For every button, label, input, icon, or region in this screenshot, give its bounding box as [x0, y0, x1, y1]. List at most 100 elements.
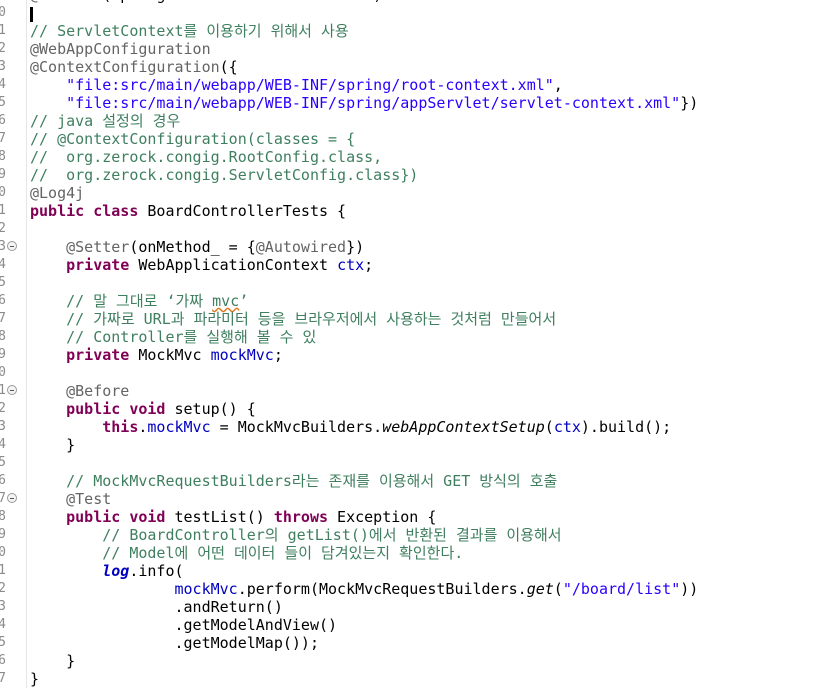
code-text: "file:src/main/webapp/WEB-INF/spring/app… [66, 94, 699, 112]
line-number: 0 [0, 545, 6, 560]
line-number: 4 [0, 257, 6, 272]
code-text: @Before [66, 382, 130, 400]
line-number: 5 [0, 455, 6, 470]
code-line[interactable]: 7 @Test [0, 490, 832, 508]
code-line[interactable]: 6 // 말 그대로 ‘가짜 mvc’ [0, 292, 832, 310]
code-line[interactable]: 2 mockMvc.perform(MockMvcRequestBuilders… [0, 580, 832, 598]
code-line[interactable]: 3 @Setter(onMethod_ = {@Autowired}) [0, 238, 832, 256]
line-number: 0 [0, 365, 6, 380]
code-text: .andReturn() [30, 598, 283, 616]
text-cursor [30, 7, 33, 22]
fold-collapse-icon[interactable] [7, 385, 17, 395]
line-number: 0 [0, 5, 6, 20]
code-line[interactable]: 4 .getModelAndView() [0, 616, 832, 634]
line-number: 5 [0, 95, 6, 110]
code-line[interactable]: 1 @Before [0, 382, 832, 400]
code-text: // Controller를 실행해 볼 수 있 [66, 328, 317, 346]
code-text: @ContextConfiguration({ [30, 58, 238, 76]
code-text: // @ContextConfiguration(classes = { [30, 130, 356, 148]
line-number: 5 [0, 635, 6, 650]
code-line[interactable]: 9 // BoardController의 getList()에서 반환된 결과… [0, 526, 832, 544]
code-line[interactable]: 7 // @ContextConfiguration(classes = { [0, 130, 832, 148]
line-number: 9 [0, 527, 6, 542]
code-line[interactable]: 5 "file:src/main/webapp/WEB-INF/spring/a… [0, 94, 832, 112]
code-line[interactable]: 9 private MockMvc mockMvc; [0, 346, 832, 364]
code-line[interactable]: 0 // Model에 어떤 데이터 들이 담겨있는지 확인한다. [0, 544, 832, 562]
code-line[interactable]: 2 [0, 220, 832, 238]
code-editor[interactable]: 9@RunWith(SpringJUnit4ClassRunner.class)… [0, 0, 832, 688]
line-number: 8 [0, 509, 6, 524]
line-number: 8 [0, 329, 6, 344]
code-line[interactable]: 6 // MockMvcRequestBuilders라는 존재를 이용해서 G… [0, 472, 832, 490]
code-line[interactable]: 5 [0, 274, 832, 292]
line-number: 0 [0, 185, 6, 200]
code-line[interactable]: 5 [0, 454, 832, 472]
line-number: 1 [0, 383, 6, 398]
line-number: 1 [0, 563, 6, 578]
code-line[interactable]: 1 public class BoardControllerTests { [0, 202, 832, 220]
code-line[interactable]: 5 .getModelMap()); [0, 634, 832, 652]
line-number: 2 [0, 401, 6, 416]
code-area[interactable]: 9@RunWith(SpringJUnit4ClassRunner.class)… [0, 0, 832, 688]
code-text: public class BoardControllerTests { [30, 202, 347, 220]
code-line[interactable]: 4 } [0, 436, 832, 454]
line-number: 6 [0, 113, 6, 128]
fold-collapse-icon[interactable] [7, 241, 17, 251]
code-text: public void testList() throws Exception … [66, 508, 437, 526]
line-number: 6 [0, 473, 6, 488]
line-number: 3 [0, 599, 6, 614]
code-text: @Log4j [30, 184, 85, 202]
code-line[interactable]: 3 .andReturn() [0, 598, 832, 616]
code-text: } [30, 652, 76, 670]
code-line[interactable]: 2 public void setup() { [0, 400, 832, 418]
code-line[interactable]: 3 @ContextConfiguration({ [0, 58, 832, 76]
code-line[interactable]: 6 // java 설정의 경우 [0, 112, 832, 130]
code-text: .getModelMap()); [30, 634, 319, 652]
code-text: this.mockMvc = MockMvcBuilders.webAppCon… [102, 418, 672, 436]
line-number: 5 [0, 275, 6, 290]
line-number: 3 [0, 419, 6, 434]
line-number: 4 [0, 437, 6, 452]
line-number: 9 [0, 167, 6, 182]
code-line[interactable]: 7} [0, 670, 832, 688]
line-number: 6 [0, 653, 6, 668]
code-line[interactable]: 3 this.mockMvc = MockMvcBuilders.webAppC… [0, 418, 832, 436]
code-line[interactable]: 0 [0, 364, 832, 382]
line-number: 7 [0, 491, 6, 506]
code-line[interactable]: 4 private WebApplicationContext ctx; [0, 256, 832, 274]
code-line[interactable]: 8 public void testList() throws Exceptio… [0, 508, 832, 526]
code-line[interactable]: 7 // 가짜로 URL과 파라미터 등을 브라우저에서 사용하는 것처럼 만들… [0, 310, 832, 328]
code-line[interactable]: 0 @Log4j [0, 184, 832, 202]
line-number: 8 [0, 149, 6, 164]
code-line[interactable]: 9 // org.zerock.congig.ServletConfig.clas… [0, 166, 832, 184]
code-line[interactable]: 8 // org.zerock.congig.RootConfig.class, [0, 148, 832, 166]
code-text: @WebAppConfiguration [30, 40, 211, 58]
code-text: // org.zerock.congig.ServletConfig.class… [30, 166, 419, 184]
code-line[interactable]: 8 // Controller를 실행해 볼 수 있 [0, 328, 832, 346]
code-text: // BoardController의 getList()에서 반환된 결과를 … [102, 526, 562, 544]
line-number: 7 [0, 671, 6, 686]
code-line[interactable]: 4 "file:src/main/webapp/WEB-INF/spring/r… [0, 76, 832, 94]
code-text: private WebApplicationContext ctx; [66, 256, 374, 274]
line-number: 7 [0, 311, 6, 326]
fold-collapse-icon[interactable] [7, 493, 17, 503]
code-line[interactable]: 6 } [0, 652, 832, 670]
code-line[interactable]: 1 log.info( [0, 562, 832, 580]
code-text: mockMvc.perform(MockMvcRequestBuilders.g… [174, 580, 699, 598]
line-number: 6 [0, 293, 6, 308]
code-text: // MockMvcRequestBuilders라는 존재를 이용해서 GET… [66, 472, 558, 490]
code-text: log.info( [102, 562, 184, 580]
code-text: @Setter(onMethod_ = {@Autowired}) [66, 238, 365, 256]
line-number: 2 [0, 41, 6, 56]
line-number: 7 [0, 131, 6, 146]
code-text: // ServletContext를 이용하기 위해서 사용 [30, 22, 349, 40]
code-line[interactable]: 1 // ServletContext를 이용하기 위해서 사용 [0, 22, 832, 40]
code-line[interactable]: 0 [0, 4, 832, 22]
code-text: .getModelAndView() [30, 616, 338, 634]
code-line[interactable]: 2 @WebAppConfiguration [0, 40, 832, 58]
code-text: "file:src/main/webapp/WEB-INF/spring/roo… [66, 76, 563, 94]
line-number: 1 [0, 203, 6, 218]
code-text: // 말 그대로 ‘가짜 mvc’ [66, 292, 249, 310]
code-text: // Model에 어떤 데이터 들이 담겨있는지 확인한다. [102, 544, 464, 562]
line-number: 9 [0, 347, 6, 362]
